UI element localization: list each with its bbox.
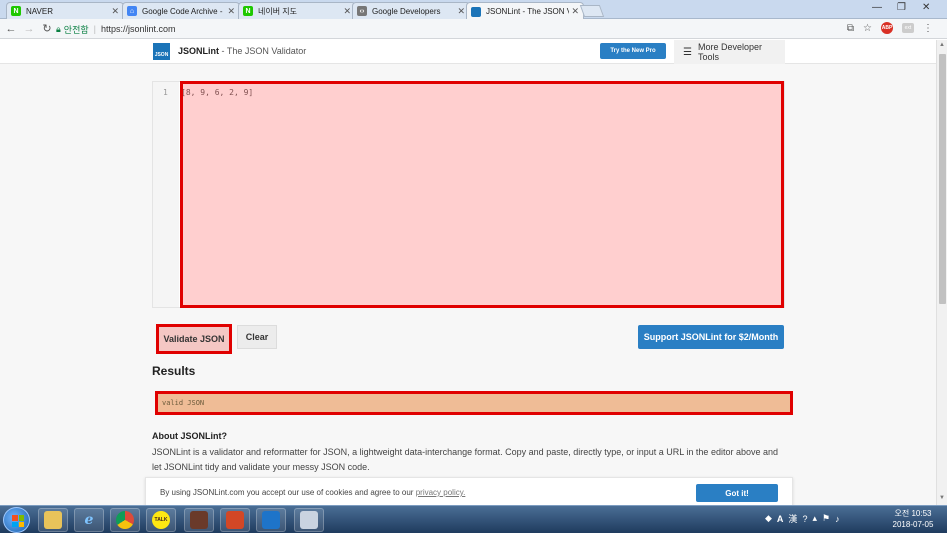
browser-toolbar: ← → ↻ 🔒︎ 안전함 | https://jsonlint.com ⧉ ☆ … <box>0 19 947 39</box>
translate-icon[interactable]: ⧉ <box>847 23 854 34</box>
tray-expand-icon[interactable]: ▴ <box>812 513 817 524</box>
powerpoint-icon <box>226 511 244 529</box>
scrollbar-thumb[interactable] <box>939 54 946 304</box>
page-content: JSON JSONLint - The JSON Validator Try t… <box>0 40 936 505</box>
brand-title: JSONLint - The JSON Validator <box>178 46 306 56</box>
secure-label: 안전함 <box>63 24 89 35</box>
tab-title: Google Developers <box>372 6 441 16</box>
google-code-favicon-icon: ⌂ <box>127 6 137 16</box>
extension-badge-icon[interactable]: ABP <box>881 22 893 34</box>
about-heading: About JSONLint? <box>152 431 227 441</box>
volume-icon[interactable]: ♪ <box>835 514 840 524</box>
support-jsonlint-button[interactable]: Support JSONLint for $2/Month <box>638 325 784 349</box>
jsonlint-logo[interactable]: JSON <box>153 43 170 60</box>
brand-name: JSONLint <box>178 46 220 56</box>
cookie-text: By using JSONLint.com you accept our use… <box>160 488 465 497</box>
system-tray: ◆ A 漢 ? ▴ ⚑ ♪ <box>765 512 840 525</box>
taskbar-kakaotalk[interactable]: TALK <box>146 508 176 532</box>
tab-naver-map[interactable]: N 네이버 지도 ✕ <box>238 2 356 19</box>
line-number: 1 <box>163 88 168 97</box>
clock-time: 오전 10:53 <box>894 509 932 518</box>
scroll-down-icon[interactable]: ▼ <box>939 495 945 501</box>
help-icon[interactable]: ? <box>802 514 807 524</box>
taskbar-explorer[interactable] <box>38 508 68 532</box>
validate-json-button[interactable]: Validate JSON <box>156 324 232 354</box>
internet-explorer-icon: e <box>84 512 94 528</box>
close-icon[interactable]: ✕ <box>457 6 465 17</box>
hamburger-menu-icon: ☰ <box>683 46 692 58</box>
privacy-policy-link[interactable]: privacy policy. <box>416 488 466 497</box>
lock-icon: 🔒︎ <box>56 23 61 34</box>
extension-gray-icon[interactable]: ext <box>902 23 914 33</box>
tab-google-code-archive[interactable]: ⌂ Google Code Archive - L ✕ <box>122 2 240 19</box>
network-icon[interactable]: ⚑ <box>822 513 830 524</box>
app-icon <box>190 511 208 529</box>
try-pro-button[interactable]: Try the New Pro <box>600 43 666 59</box>
minimize-icon[interactable]: — <box>872 2 882 13</box>
site-header: JSON JSONLint - The JSON Validator Try t… <box>0 40 936 64</box>
windows-logo-icon <box>12 515 24 527</box>
menu-kebab-icon[interactable]: ⋮ <box>923 23 933 34</box>
chrome-icon <box>116 511 134 529</box>
snipping-tool-icon <box>300 511 318 529</box>
kakaotalk-icon: TALK <box>152 511 170 529</box>
browser-tab-strip: N NAVER ✕ ⌂ Google Code Archive - L ✕ N … <box>0 0 947 20</box>
jsonlint-favicon-icon <box>471 6 481 17</box>
taskbar-snipping-tool[interactable] <box>294 508 324 532</box>
address-separator: | <box>93 24 96 34</box>
url-text[interactable]: https://jsonlint.com <box>101 24 176 34</box>
naver-favicon-icon: N <box>11 6 21 16</box>
close-icon[interactable]: ✕ <box>111 6 119 17</box>
about-description: JSONLint is a validator and reformatter … <box>152 447 778 472</box>
new-tab-button[interactable] <box>579 5 605 17</box>
tab-title: Google Code Archive - L <box>142 6 226 16</box>
toolbar-actions: ⧉ ☆ ABP ext ⋮ <box>847 22 933 34</box>
dev-tools-label: More Developer Tools <box>697 42 762 62</box>
taskbar-vscode[interactable] <box>256 508 286 532</box>
window-close-icon[interactable]: ✕ <box>922 2 930 13</box>
ime-mode-icon[interactable]: A <box>777 514 784 524</box>
close-icon[interactable]: ✕ <box>571 6 579 17</box>
tab-title: 네이버 지도 <box>258 6 298 16</box>
tab-title: JSONLint - The JSON Va <box>486 7 570 16</box>
language-bar-icon[interactable]: ◆ <box>765 513 772 524</box>
results-heading: Results <box>152 364 196 378</box>
editor-highlight-overlay <box>180 81 784 308</box>
maximize-icon[interactable]: ❐ <box>897 2 906 13</box>
taskbar-ie[interactable]: e <box>74 508 104 532</box>
clock-date: 2018-07-05 <box>892 520 934 529</box>
brand-subtitle: - The JSON Validator <box>219 46 307 56</box>
tab-title: NAVER <box>26 6 53 16</box>
taskbar-app5[interactable] <box>184 508 214 532</box>
scroll-up-icon[interactable]: ▲ <box>939 42 945 48</box>
code-brackets-icon: ‹› <box>357 6 367 16</box>
forward-arrow-icon[interactable]: → <box>22 23 36 35</box>
address-bar[interactable]: 🔒︎ 안전함 | https://jsonlint.com <box>56 21 846 37</box>
more-developer-tools-button[interactable]: ☰ More Developer Tools <box>674 40 785 64</box>
tab-google-developers[interactable]: ‹› Google Developers ✕ <box>352 2 470 19</box>
folder-icon <box>44 511 62 529</box>
close-icon[interactable]: ✕ <box>227 6 235 17</box>
start-button[interactable] <box>3 507 30 533</box>
clear-button[interactable]: Clear <box>237 325 277 349</box>
bookmark-star-icon[interactable]: ☆ <box>863 23 872 34</box>
ime-hanja-icon[interactable]: 漢 <box>788 512 797 525</box>
taskbar-chrome[interactable] <box>110 508 140 532</box>
reload-icon[interactable]: ↻ <box>40 22 54 35</box>
cookie-message: By using JSONLint.com you accept our use… <box>160 488 416 497</box>
taskbar-powerpoint[interactable] <box>220 508 250 532</box>
result-message: valid JSON <box>155 391 793 415</box>
got-it-button[interactable]: Got it! <box>696 484 778 502</box>
tab-naver[interactable]: N NAVER ✕ <box>6 2 124 19</box>
close-icon[interactable]: ✕ <box>343 6 351 17</box>
page-scrollbar[interactable]: ▲ ▼ <box>936 40 947 505</box>
vscode-icon <box>262 511 280 529</box>
back-arrow-icon[interactable]: ← <box>4 23 18 35</box>
system-clock[interactable]: 오전 10:53 2018-07-05 <box>888 508 938 530</box>
tab-jsonlint[interactable]: JSONLint - The JSON Va ✕ <box>466 2 584 20</box>
editor-gutter: 1 <box>153 82 179 307</box>
naver-favicon-icon: N <box>243 6 253 16</box>
cookie-banner: By using JSONLint.com you accept our use… <box>145 477 793 505</box>
windows-taskbar: e TALK ◆ A 漢 ? ▴ ⚑ ♪ 오전 10:53 2018-07-05 <box>0 505 947 533</box>
